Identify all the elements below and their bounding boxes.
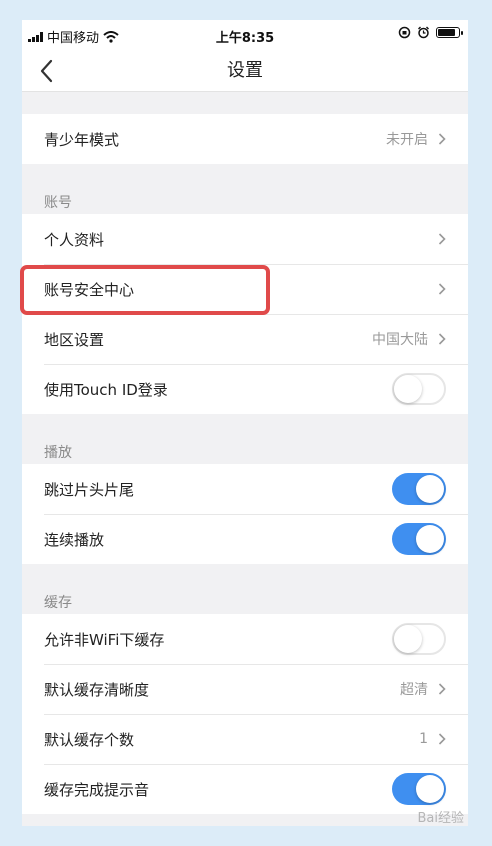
region-value: 中国大陆: [372, 332, 428, 348]
toggle-knob: [394, 625, 422, 653]
youth-mode-row[interactable]: 青少年模式 未开启: [22, 114, 468, 164]
chevron-right-icon: [438, 233, 446, 245]
cache-sound-toggle[interactable]: [392, 773, 446, 805]
youth-mode-label: 青少年模式: [44, 130, 120, 149]
youth-mode-value: 未开启: [386, 132, 428, 148]
cache-quality-row[interactable]: 默认缓存清晰度 超清: [22, 664, 468, 714]
cache-quality-value: 超清: [400, 682, 428, 698]
continuous-play-label: 连续播放: [44, 530, 105, 549]
cache-count-label: 默认缓存个数: [44, 730, 135, 749]
region-label: 地区设置: [44, 330, 105, 349]
page-title: 设置: [227, 60, 263, 81]
skip-intro-row: 跳过片头片尾: [22, 464, 468, 514]
profile-row[interactable]: 个人资料: [22, 214, 468, 264]
watermark: Bai经验: [417, 811, 465, 826]
wifi-cache-label: 允许非WiFi下缓存: [44, 630, 165, 649]
chevron-right-icon: [438, 333, 446, 345]
toggle-knob: [416, 525, 444, 553]
account-security-label: 账号安全中心: [44, 280, 135, 299]
battery-icon: [436, 27, 463, 38]
cache-quality-label: 默认缓存清晰度: [44, 680, 150, 699]
cache-count-row[interactable]: 默认缓存个数 1: [22, 714, 468, 764]
skip-intro-label: 跳过片头片尾: [44, 480, 135, 499]
touch-id-row: 使用Touch ID登录: [22, 364, 468, 414]
account-security-row[interactable]: 账号安全中心: [22, 264, 468, 314]
nav-bar: 设置: [22, 50, 468, 92]
alarm-icon: [418, 26, 429, 39]
region-row[interactable]: 地区设置 中国大陆: [22, 314, 468, 364]
profile-label: 个人资料: [44, 230, 105, 249]
chevron-right-icon: [438, 683, 446, 695]
cache-sound-label: 缓存完成提示音: [44, 780, 150, 799]
continuous-play-row: 连续播放: [22, 514, 468, 564]
touch-id-toggle[interactable]: [392, 373, 446, 405]
chevron-right-icon: [438, 733, 446, 745]
cache-sound-row: 缓存完成提示音: [22, 764, 468, 814]
touch-id-label: 使用Touch ID登录: [44, 380, 168, 399]
skip-intro-toggle[interactable]: [392, 473, 446, 505]
cache-count-value: 1: [419, 731, 428, 747]
toggle-knob: [416, 475, 444, 503]
continuous-play-toggle[interactable]: [392, 523, 446, 555]
status-bar: 中国移动 上午8:35: [22, 20, 468, 50]
section-cache-header: 缓存: [44, 595, 72, 611]
chevron-right-icon: [438, 133, 446, 145]
wifi-cache-toggle[interactable]: [392, 623, 446, 655]
toggle-knob: [416, 775, 444, 803]
phone-screen: 中国移动 上午8:35 设置 青少年模式 未开启 账号 个人资料 账号安全中心 …: [22, 20, 468, 826]
status-right: [398, 26, 463, 39]
back-icon[interactable]: [36, 58, 60, 84]
section-account-header: 账号: [44, 195, 72, 211]
toggle-knob: [394, 375, 422, 403]
orientation-lock-icon: [398, 26, 411, 39]
chevron-right-icon: [438, 283, 446, 295]
wifi-cache-row: 允许非WiFi下缓存: [22, 614, 468, 664]
section-play-header: 播放: [44, 445, 72, 461]
